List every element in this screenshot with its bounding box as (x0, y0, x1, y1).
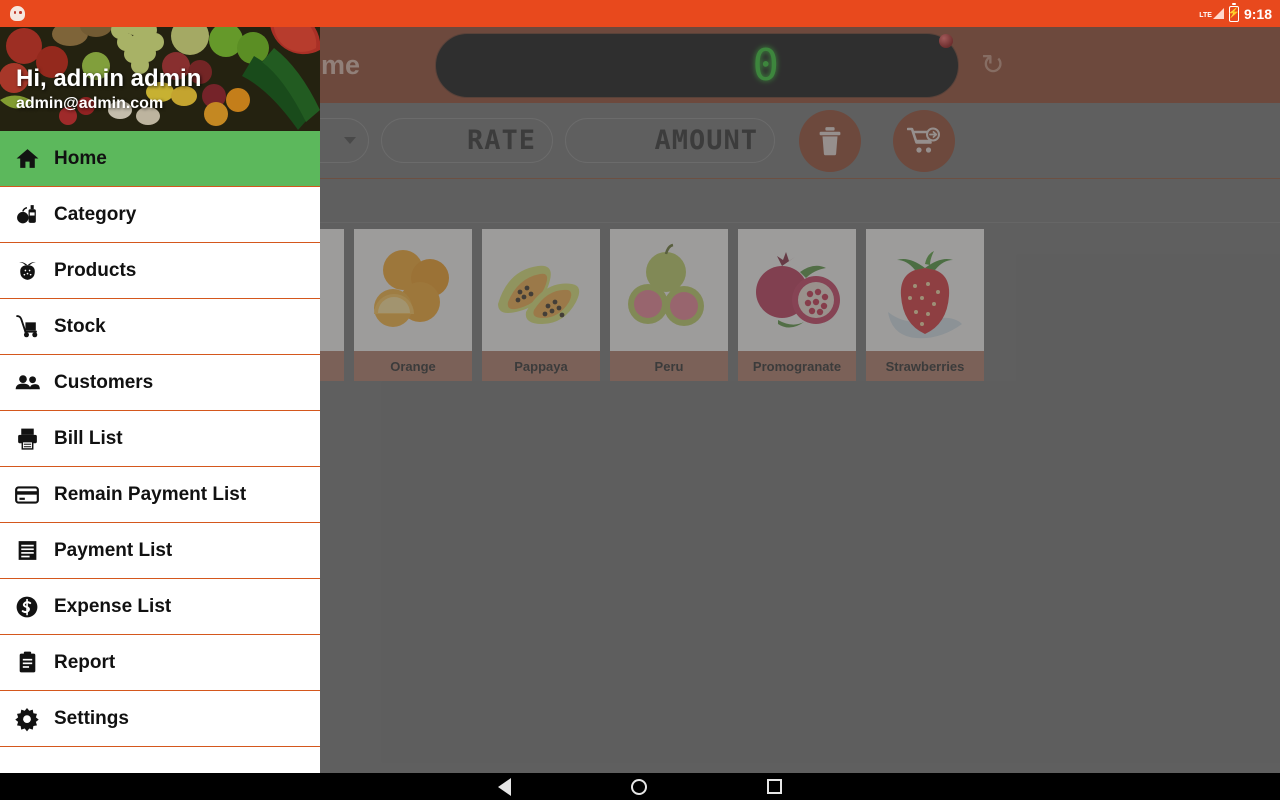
category-basket-icon (0, 202, 54, 227)
sidebar-item-label: Report (54, 651, 116, 673)
sidebar-item-stock[interactable]: Stock (0, 299, 320, 355)
navigation-drawer: Hi, admin admin admin@admin.com Home Cat… (0, 0, 320, 773)
status-bar-system: LTE ⚡ 9:18 (1199, 2, 1280, 22)
drawer-user-email: admin@admin.com (16, 95, 164, 112)
sidebar-item-label: Settings (54, 707, 129, 729)
sidebar-item-home[interactable]: Home (0, 131, 320, 187)
network-type-label: LTE (1199, 12, 1212, 19)
recents-square-icon[interactable] (767, 779, 782, 794)
signal-triangle (1212, 8, 1224, 19)
sidebar-item-label: Remain Payment List (54, 483, 247, 505)
sidebar-item-category[interactable]: Category (0, 187, 320, 243)
sidebar-item-label: Bill List (54, 427, 123, 449)
sidebar-item-label: Home (54, 147, 107, 169)
sidebar-item-label: Customers (54, 371, 154, 393)
status-bar-notifications (0, 6, 25, 21)
screen: LTE ⚡ 9:18 Home 0 ↻ QTY (0, 0, 1280, 800)
sidebar-item-settings[interactable]: Settings (0, 691, 320, 747)
signal-bars-icon: LTE (1199, 8, 1224, 19)
sidebar-item-label: Stock (54, 315, 106, 337)
credit-card-icon (0, 482, 54, 508)
status-bar: LTE ⚡ 9:18 (0, 0, 1280, 27)
hand-truck-icon (0, 313, 54, 340)
sidebar-item-expense-list[interactable]: Expense List (0, 579, 320, 635)
back-triangle-icon[interactable] (498, 777, 511, 796)
sidebar-item-label: Payment List (54, 539, 173, 561)
dollar-coin-icon (0, 594, 54, 620)
home-circle-icon[interactable] (631, 778, 647, 795)
android-robot-icon (10, 6, 25, 21)
strawberry-icon (0, 258, 54, 283)
android-nav-bar (0, 773, 1280, 800)
sidebar-item-label: Expense List (54, 595, 172, 617)
drawer-user-block: Hi, admin admin admin@admin.com (16, 65, 201, 113)
sidebar-item-label: Category (54, 203, 137, 225)
sidebar-item-payment-list[interactable]: Payment List (0, 523, 320, 579)
charging-bolt: ⚡ (1227, 7, 1241, 19)
sidebar-item-remain-payment-list[interactable]: Remain Payment List (0, 467, 320, 523)
battery-charging-icon: ⚡ (1227, 2, 1241, 22)
drawer-user-name: Hi, admin admin (16, 65, 202, 92)
sidebar-item-products[interactable]: Products (0, 243, 320, 299)
people-icon (0, 369, 54, 396)
receipt-icon (0, 538, 54, 563)
home-icon (0, 146, 54, 171)
clock-label: 9:18 (1243, 5, 1272, 22)
sidebar-item-bill-list[interactable]: Bill List (0, 411, 320, 467)
clipboard-icon (0, 650, 54, 675)
sidebar-item-label: Products (54, 259, 137, 281)
gear-icon (0, 706, 54, 732)
sidebar-item-report[interactable]: Report (0, 635, 320, 691)
sidebar-item-customers[interactable]: Customers (0, 355, 320, 411)
printer-icon (0, 426, 54, 451)
